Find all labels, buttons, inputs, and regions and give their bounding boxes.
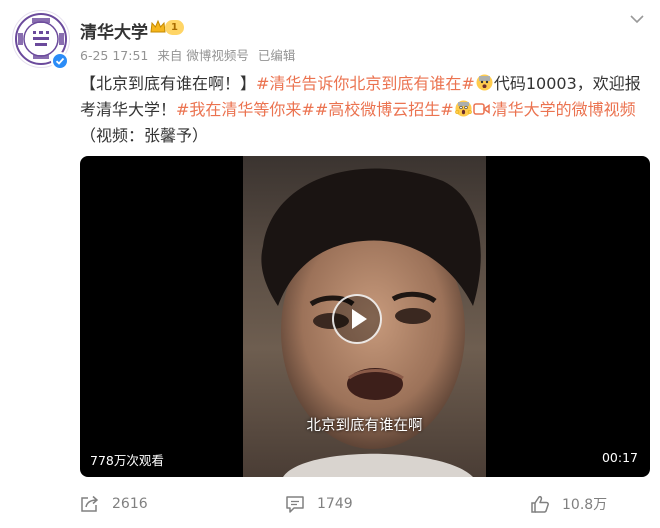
play-icon [352,309,367,329]
hashtag-wait[interactable]: #我在清华等你来# [176,100,315,119]
action-bar: 2616 1749 10.8万 [80,494,650,514]
comment-icon [286,496,304,513]
play-button[interactable] [332,294,382,344]
edited-label[interactable]: 已编辑 [258,48,296,63]
video-duration: 00:17 [601,450,638,465]
chevron-down-icon[interactable] [628,12,646,26]
hashtag-recruit[interactable]: #高校微博云招生# [315,100,454,119]
thumbs-up-icon [531,496,549,513]
post-meta: 6-25 17:51 来自 微博视频号 已编辑 [80,45,300,64]
video-link[interactable]: 清华大学的微博视频 [492,100,636,119]
like-count: 10.8万 [562,497,608,513]
comment-count: 1749 [317,496,353,512]
repost-button[interactable]: 2616 [80,495,190,513]
video-link-icon [472,103,490,115]
account-name[interactable]: 清华大学 [80,18,148,43]
fearful-face-emoji-icon [476,74,493,91]
post-headline: 【北京到底有谁在啊！】 [80,74,257,93]
screaming-face-emoji-icon [454,100,472,117]
video-player[interactable]: 北京到底有谁在啊 778万次观看 00:17 [80,156,650,477]
video-credit: （视频：张馨予） [80,126,209,145]
post-source: 来自 微博视频号 [157,48,249,63]
member-level: 1 [165,19,184,35]
hashtag-beijing[interactable]: #清华告诉你北京到底有谁在# [256,74,475,93]
comment-button[interactable]: 1749 [285,495,435,513]
video-subtitle: 北京到底有谁在啊 [306,418,423,434]
repost-icon [81,495,99,512]
repost-count: 2616 [112,496,148,512]
member-badge[interactable]: 1 [149,18,184,36]
post-text: 【北京到底有谁在啊！】#清华告诉你北京到底有谁在# 代码10003，欢迎报考清华大… [80,71,650,149]
verified-check-icon [51,52,69,70]
view-count: 778万次观看 [90,453,164,468]
like-button[interactable]: 10.8万 [530,494,650,514]
post-time[interactable]: 6-25 17:51 [80,48,148,63]
